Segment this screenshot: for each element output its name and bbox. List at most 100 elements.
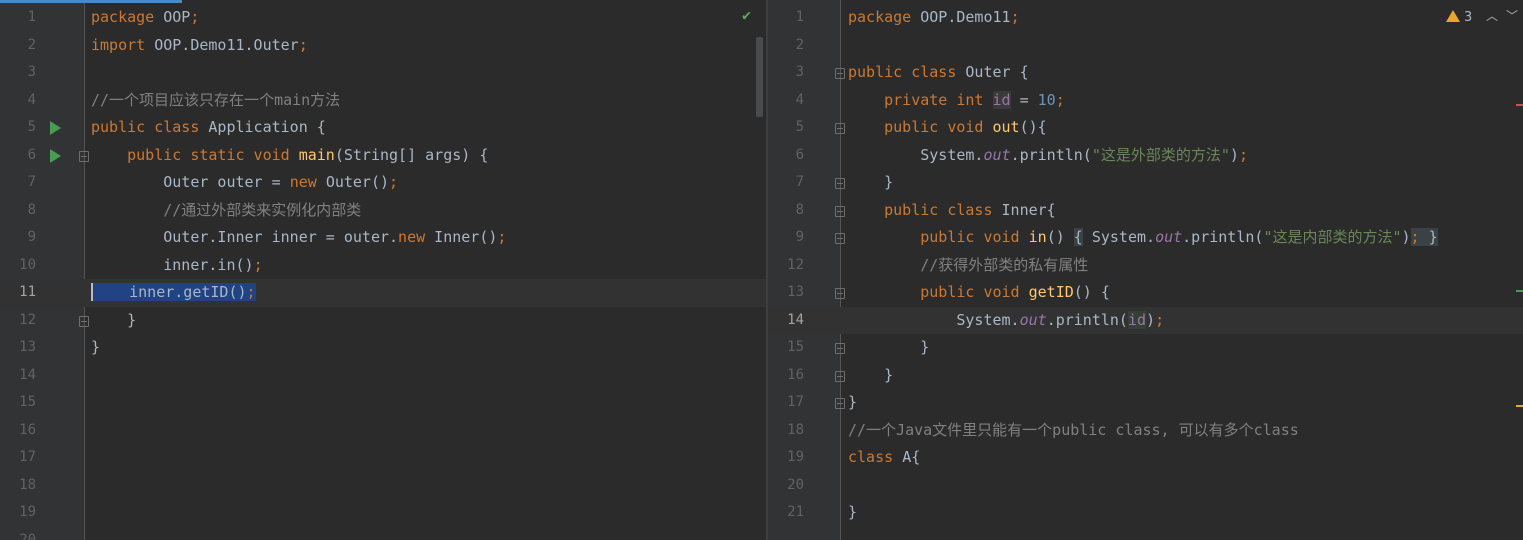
code-text[interactable]: }	[848, 389, 857, 417]
code-line[interactable]: 8 //通过外部类来实例化内部类	[0, 197, 766, 225]
code-text[interactable]: }	[848, 499, 857, 527]
line-number[interactable]: 18	[0, 472, 36, 500]
line-number[interactable]: 3	[768, 59, 804, 87]
code-line[interactable]: 3	[0, 59, 766, 87]
line-number[interactable]: 15	[0, 389, 36, 417]
fold-marker-icon[interactable]	[835, 68, 845, 79]
code-line[interactable]: 6 System.out.println("这是外部类的方法");	[768, 142, 1523, 170]
code-line[interactable]: 16	[0, 417, 766, 445]
fold-marker-icon[interactable]	[835, 370, 845, 382]
line-number[interactable]: 20	[768, 472, 804, 500]
code-line[interactable]: 20	[768, 472, 1523, 500]
code-line[interactable]: 7 }	[768, 169, 1523, 197]
warning-stripe-marker[interactable]	[1516, 405, 1523, 407]
line-number[interactable]: 15	[768, 334, 804, 362]
fold-marker-icon[interactable]	[835, 205, 845, 217]
code-line[interactable]: 1 package OOP;	[0, 4, 766, 32]
code-text[interactable]: //获得外部类的私有属性	[848, 252, 1088, 280]
code-text[interactable]: //一个项目应该只存在一个main方法	[91, 87, 340, 115]
code-text[interactable]: System.out.println(id);	[848, 307, 1164, 335]
code-text[interactable]: import OOP.Demo11.Outer;	[91, 32, 308, 60]
code-text[interactable]: class A{	[848, 444, 920, 472]
checkmark-icon[interactable]: ✔	[742, 8, 751, 23]
code-line[interactable]: 13 public void getID() {	[768, 279, 1523, 307]
code-text[interactable]: System.out.println("这是外部类的方法");	[848, 142, 1248, 170]
line-number[interactable]: 17	[768, 389, 804, 417]
code-line[interactable]: 21}	[768, 499, 1523, 527]
code-line[interactable]: 4 private int id = 10;	[768, 87, 1523, 115]
code-line[interactable]: 9 public void in() { System.out.println(…	[768, 224, 1523, 252]
code-text[interactable]: public class Outer {	[848, 59, 1029, 87]
code-line[interactable]: 5 public void out(){	[768, 114, 1523, 142]
line-number[interactable]: 18	[768, 417, 804, 445]
warnings-indicator[interactable]: 3	[1446, 8, 1472, 28]
code-line[interactable]: 14 System.out.println(id);	[768, 306, 1523, 335]
line-number[interactable]: 5	[0, 114, 36, 142]
code-text[interactable]: public void getID() {	[848, 279, 1110, 307]
fold-marker-icon[interactable]	[835, 123, 845, 134]
line-number[interactable]: 5	[768, 114, 804, 142]
code-line[interactable]: 17}	[768, 389, 1523, 417]
code-line[interactable]: 15	[0, 389, 766, 417]
run-triangle-icon[interactable]	[50, 121, 61, 135]
code-line[interactable]: 12 }	[0, 307, 766, 335]
line-number[interactable]: 12	[768, 252, 804, 280]
code-line[interactable]: 2 import OOP.Demo11.Outer;	[0, 32, 766, 60]
info-stripe-marker[interactable]	[1516, 290, 1523, 292]
code-text[interactable]: package OOP;	[91, 4, 199, 32]
code-line[interactable]: 1 package OOP.Demo11;	[768, 4, 1523, 32]
code-text[interactable]: Outer outer = new Outer();	[91, 169, 398, 197]
code-text[interactable]: private int id = 10;	[848, 87, 1065, 115]
line-number[interactable]: 2	[768, 32, 804, 60]
code-line[interactable]: 10 inner.in();	[0, 252, 766, 280]
line-number[interactable]: 7	[768, 169, 804, 197]
line-number[interactable]: 6	[768, 142, 804, 170]
code-line[interactable]: 7 Outer outer = new Outer();	[0, 169, 766, 197]
code-text[interactable]: public void in() { System.out.println("这…	[848, 224, 1438, 252]
left-editor[interactable]: 1 package OOP; 2 import OOP.Demo11.Outer; 3 4…	[0, 0, 766, 540]
scrollbar-thumb[interactable]	[756, 37, 763, 117]
code-line[interactable]: 9 Outer.Inner inner = outer.new Inner();	[0, 224, 766, 252]
right-editor[interactable]: 1 package OOP.Demo11; 2 3 public class Outer…	[768, 0, 1523, 540]
code-line[interactable]: 17	[0, 444, 766, 472]
code-line[interactable]: 20	[0, 527, 766, 540]
line-number[interactable]: 9	[768, 224, 804, 252]
code-line[interactable]: 5 public class Application {	[0, 114, 766, 142]
fold-marker-icon[interactable]	[835, 343, 845, 354]
code-line[interactable]: 13}	[0, 334, 766, 362]
code-text[interactable]: public void out(){	[848, 114, 1047, 142]
code-line[interactable]: 3 public class Outer {	[768, 59, 1523, 87]
code-line[interactable]: 19	[0, 499, 766, 527]
fold-marker-icon[interactable]	[79, 150, 89, 162]
fold-marker-icon[interactable]	[79, 315, 89, 327]
code-line[interactable]: 6 public static void main(String[] args)…	[0, 142, 766, 170]
line-number[interactable]: 19	[0, 499, 36, 527]
line-number[interactable]: 8	[0, 197, 36, 225]
line-number[interactable]: 1	[768, 4, 804, 32]
code-line[interactable]: 2	[768, 32, 1523, 60]
fold-marker-icon[interactable]	[835, 178, 845, 189]
line-number[interactable]: 10	[0, 252, 36, 280]
code-text[interactable]: }	[848, 334, 929, 362]
code-text[interactable]: public class Inner{	[848, 197, 1056, 225]
code-line[interactable]: 14	[0, 362, 766, 390]
code-line[interactable]: 8 public class Inner{	[768, 197, 1523, 225]
code-text[interactable]: inner.getID();	[91, 279, 256, 307]
code-text[interactable]: package OOP.Demo11;	[848, 4, 1020, 32]
line-number[interactable]: 11	[0, 279, 36, 307]
code-text[interactable]: }	[91, 334, 100, 362]
code-text[interactable]: public class Application {	[91, 114, 326, 142]
line-number[interactable]: 9	[0, 224, 36, 252]
line-number[interactable]: 16	[0, 417, 36, 445]
error-stripe-marker[interactable]	[1516, 104, 1523, 106]
code-text[interactable]: //通过外部类来实例化内部类	[91, 197, 361, 225]
code-line[interactable]: 16 }	[768, 362, 1523, 390]
line-number[interactable]: 4	[0, 87, 36, 115]
code-text[interactable]: inner.in();	[91, 252, 262, 280]
code-line[interactable]: 15 }	[768, 334, 1523, 362]
line-number[interactable]: 20	[0, 527, 36, 540]
line-number[interactable]: 12	[0, 307, 36, 335]
code-text[interactable]: //一个Java文件里只能有一个public class, 可以有多个class	[848, 417, 1299, 445]
chevron-down-icon[interactable]: ﹀	[1504, 8, 1520, 24]
code-text[interactable]: }	[848, 362, 893, 390]
